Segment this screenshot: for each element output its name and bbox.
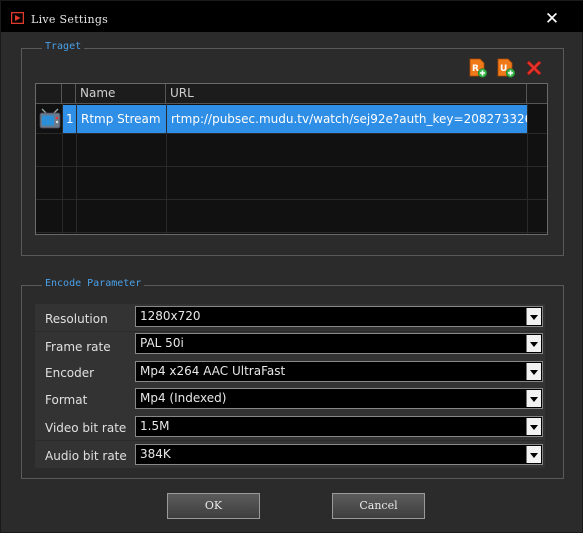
encoder-label: Encoder [45,366,95,380]
video-bit-rate-select[interactable]: 1.5M [135,416,543,437]
format-label: Format [45,393,88,407]
document-add-icon: U [497,58,516,78]
window-title: Live Settings [31,13,109,26]
encoder-value: Mp4 x264 AAC UltraFast [140,364,286,378]
encode-group-legend: Encode Parameter [42,278,145,289]
column-header-url[interactable]: URL [166,84,527,104]
tv-icon [39,108,61,129]
add-udp-button[interactable]: U [496,58,516,78]
video-bit-rate-label: Video bit rate [45,421,127,435]
app-play-icon [11,12,24,24]
frame-rate-label: Frame rate [45,340,111,354]
frame-rate-select[interactable]: PAL 50i [135,333,543,354]
row-index: 1 [63,105,76,133]
cancel-button[interactable]: Cancel [332,493,425,519]
resolution-value: 1280x720 [140,309,201,323]
target-table: Name URL 1 Rtmp Stream rtmp://pubsec.mud… [35,83,548,235]
chevron-down-icon[interactable] [526,363,541,380]
chevron-down-icon[interactable] [526,308,541,325]
title-bar: Live Settings ✕ [1,1,583,32]
add-rtmp-button[interactable]: R [468,58,488,78]
target-group-legend: Traget [42,41,85,52]
encoder-select[interactable]: Mp4 x264 AAC UltraFast [135,361,543,382]
row-divider [36,199,547,200]
frame-rate-value: PAL 50i [140,336,184,350]
audio-bit-rate-select[interactable]: 384K [135,444,543,465]
ok-button[interactable]: OK [167,493,260,519]
format-select[interactable]: Mp4 (Indexed) [135,388,543,409]
header-filler [527,84,547,104]
row-divider [36,133,547,134]
red-x-icon [526,60,542,76]
header-index [62,84,76,104]
close-icon[interactable]: ✕ [543,10,561,28]
chevron-down-icon[interactable] [526,418,541,435]
column-divider [527,104,528,234]
resolution-select[interactable]: 1280x720 [135,306,543,327]
live-settings-dialog: Live Settings ✕ Traget R U Name URL 1 Rt… [0,0,583,533]
chevron-down-icon[interactable] [526,446,541,463]
header-corner [36,84,62,104]
audio-bit-rate-label: Audio bit rate [45,449,127,463]
audio-bit-rate-value: 384K [140,447,171,461]
column-header-name[interactable]: Name [76,84,166,104]
document-add-icon: R [469,58,488,78]
row-divider [36,232,547,233]
resolution-label: Resolution [45,312,108,326]
row-url: rtmp://pubsec.mudu.tv/watch/sej92e?auth_… [167,105,527,133]
row-divider [36,166,547,167]
chevron-down-icon[interactable] [526,390,541,407]
chevron-down-icon[interactable] [526,335,541,352]
video-bit-rate-value: 1.5M [140,419,170,433]
delete-target-button[interactable] [524,58,544,78]
format-value: Mp4 (Indexed) [140,391,227,405]
row-name: Rtmp Stream [77,105,166,133]
